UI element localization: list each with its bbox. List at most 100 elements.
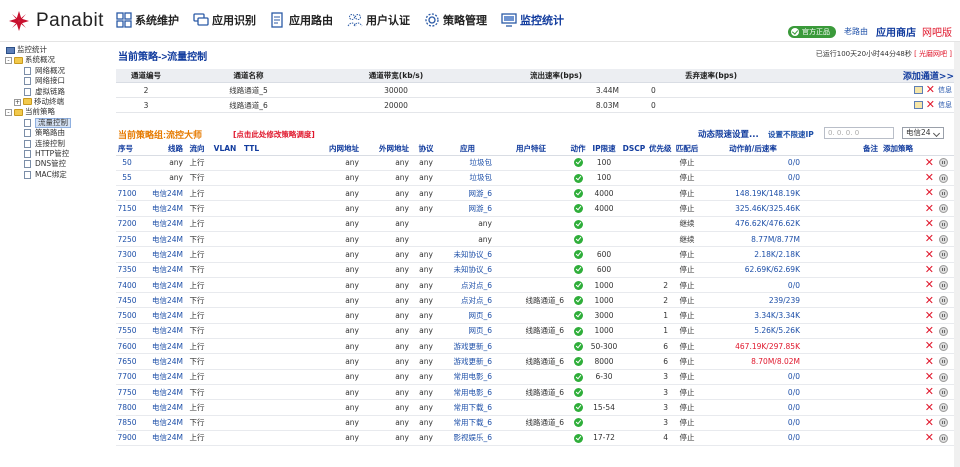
nav-app-recognition[interactable]: 应用识别 [193, 12, 256, 28]
sidebar-item[interactable]: MAC绑定 [0, 170, 108, 180]
delete-icon[interactable]: ✕ [925, 279, 934, 290]
delete-icon[interactable]: ✕ [925, 417, 934, 428]
expand-icon[interactable]: + [14, 98, 21, 106]
edit-policy-schedule-link[interactable]: [点击此处修改策略调度] [233, 129, 315, 140]
add-channel-link[interactable]: 添加通道>> [781, 69, 954, 83]
sidebar-item[interactable]: 网络接口 [0, 76, 108, 86]
vertical-scrollbar[interactable] [954, 42, 960, 467]
dynamic-limit-settings-link[interactable]: 动态限速设置... [698, 128, 759, 140]
delete-icon[interactable]: ✕ [925, 264, 934, 275]
pause-icon[interactable] [939, 265, 948, 275]
pause-icon[interactable] [939, 326, 948, 336]
delete-icon[interactable]: ✕ [925, 325, 934, 336]
pause-icon[interactable] [939, 433, 948, 443]
delete-icon[interactable]: ✕ [925, 295, 934, 306]
sidebar-item[interactable]: DNS管控 [0, 159, 108, 169]
sidebar-item[interactable]: 监控统计 [0, 45, 108, 55]
delete-icon[interactable]: ✕ [925, 249, 934, 260]
old-route-link[interactable]: 老路由 [844, 26, 868, 37]
pause-icon[interactable] [939, 188, 948, 198]
policy-no[interactable]: 7650 [116, 353, 138, 370]
pause-icon[interactable] [939, 204, 948, 214]
pause-icon[interactable] [939, 296, 948, 306]
delete-icon[interactable]: ✕ [925, 203, 934, 214]
line-select[interactable]: 电信24 [902, 127, 944, 139]
pause-icon[interactable] [939, 372, 948, 382]
policy-no[interactable]: 7150 [116, 200, 138, 217]
no-limit-ip-input[interactable]: 0. 0. 0. 0 [824, 127, 894, 139]
edit-icon[interactable] [914, 86, 924, 94]
sidebar-item[interactable]: 流量控制 [0, 117, 108, 129]
policy-no[interactable]: 7500 [116, 307, 138, 324]
delete-icon[interactable]: ✕ [925, 310, 934, 321]
policy-no[interactable]: 7350 [116, 262, 138, 278]
delete-icon[interactable]: ✕ [925, 157, 934, 168]
policy-no[interactable]: 7200 [116, 216, 138, 232]
delete-icon[interactable]: ✕ [925, 356, 934, 367]
pause-icon[interactable] [939, 234, 948, 244]
sidebar-item[interactable]: - 系统概况 [0, 55, 108, 65]
pause-icon[interactable] [939, 418, 948, 428]
sidebar-item[interactable]: HTTP管控 [0, 149, 108, 159]
sidebar-item[interactable]: 虚拟链路 [0, 87, 108, 97]
sidebar-item[interactable]: - 当前策略 [0, 107, 108, 117]
policy-no[interactable]: 50 [116, 155, 138, 171]
col-ttl: TTL [242, 142, 272, 156]
policy-no[interactable]: 7450 [116, 292, 138, 309]
policy-no[interactable]: 7800 [116, 399, 138, 416]
add-policy-link[interactable]: 添加策略 [881, 142, 954, 156]
sidebar-item[interactable]: 策略路由 [0, 128, 108, 138]
pause-icon[interactable] [939, 357, 948, 367]
pause-icon[interactable] [939, 387, 948, 397]
app-store-link[interactable]: 应用商店 [876, 24, 916, 39]
delete-icon[interactable]: ✕ [925, 402, 934, 413]
policy-action-channel [495, 170, 567, 187]
pause-icon[interactable] [939, 250, 948, 260]
sidebar-item[interactable]: 连接控制 [0, 139, 108, 149]
pause-icon[interactable] [939, 219, 948, 229]
pause-icon[interactable] [939, 403, 948, 413]
collapse-icon[interactable]: - [5, 57, 12, 65]
info-link[interactable]: 信息 [938, 101, 952, 109]
policy-no[interactable]: 7750 [116, 384, 138, 401]
delete-icon[interactable]: ✕ [925, 432, 934, 443]
nav-system-maintenance[interactable]: 系统维护 [116, 12, 179, 28]
sidebar-item[interactable]: 网络概况 [0, 66, 108, 76]
delete-icon[interactable]: ✕ [925, 340, 934, 351]
policy-no[interactable]: 7850 [116, 415, 138, 431]
cafe-edition-link[interactable]: 网吧版 [922, 24, 952, 39]
pause-icon[interactable] [939, 341, 948, 351]
pause-icon[interactable] [939, 158, 948, 168]
policy-no[interactable]: 55 [116, 170, 138, 187]
info-link[interactable]: 信息 [938, 86, 952, 94]
delete-icon[interactable]: ✕ [925, 187, 934, 198]
delete-icon[interactable]: ✕ [925, 218, 934, 229]
sidebar-item[interactable]: + 移动终端 [0, 97, 108, 107]
delete-icon[interactable]: ✕ [925, 172, 934, 183]
pause-icon[interactable] [939, 280, 948, 290]
policy-no[interactable]: 7900 [116, 430, 138, 447]
check-circle-icon [573, 326, 583, 336]
delete-icon[interactable]: ✕ [926, 99, 935, 110]
collapse-icon[interactable]: - [5, 109, 12, 117]
delete-icon[interactable]: ✕ [925, 233, 934, 244]
nav-monitoring-stats[interactable]: 监控统计 [501, 12, 564, 28]
policy-no[interactable]: 7250 [116, 231, 138, 248]
pause-icon[interactable] [939, 311, 948, 321]
policy-no[interactable]: 7100 [116, 185, 138, 202]
policy-no[interactable]: 7550 [116, 323, 138, 340]
delete-icon[interactable]: ✕ [926, 84, 935, 95]
policy-no[interactable]: 7600 [116, 338, 138, 355]
policy-no[interactable]: 7700 [116, 369, 138, 385]
pause-icon[interactable] [939, 173, 948, 183]
sidebar-item-label: 系统概况 [25, 55, 55, 65]
delete-icon[interactable]: ✕ [925, 371, 934, 382]
delete-icon[interactable]: ✕ [925, 386, 934, 397]
nav-user-auth[interactable]: 用户认证 [347, 12, 410, 28]
edit-icon[interactable] [914, 101, 924, 109]
policy-no[interactable]: 7400 [116, 277, 138, 294]
nav-policy-management[interactable]: 策略管理 [424, 12, 487, 28]
policy-no[interactable]: 7300 [116, 246, 138, 263]
logo[interactable]: Panabit [8, 10, 104, 32]
nav-app-routing[interactable]: 应用路由 [270, 12, 333, 28]
